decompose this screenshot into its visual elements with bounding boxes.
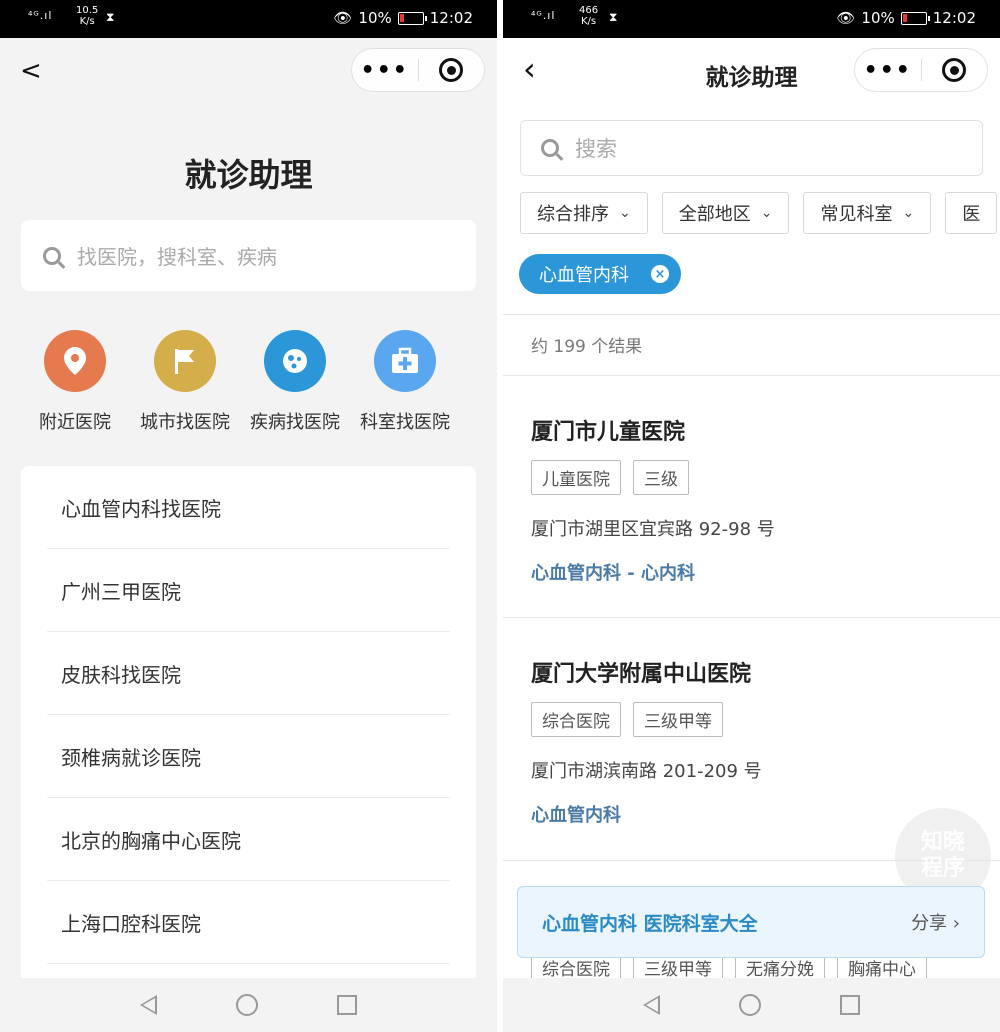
- medical-kit-icon: [374, 330, 436, 392]
- system-nav-bar: [0, 978, 497, 1032]
- category-city[interactable]: 城市找医院: [130, 330, 240, 434]
- list-item[interactable]: 皮肤科找医院: [47, 632, 450, 715]
- list-item[interactable]: 广州三甲医院: [47, 549, 450, 632]
- chevron-down-icon: ⌄: [619, 205, 631, 221]
- filter-hospital[interactable]: 医: [945, 192, 998, 234]
- divider: [503, 617, 1000, 618]
- share-button[interactable]: 分享 ›: [911, 909, 960, 935]
- filter-bar: 综合排序 ⌄ 全部地区 ⌄ 常见科室 ⌄ 医: [520, 192, 998, 234]
- list-item[interactable]: 北京的胸痛中心医院: [47, 798, 450, 881]
- target-icon: [942, 58, 967, 82]
- active-filter-chip[interactable]: 心血管内科 ×: [519, 254, 681, 294]
- eye-icon: 👁: [333, 9, 353, 27]
- chevron-right-icon: ›: [952, 913, 960, 934]
- hospital-address: 厦门市湖滨南路 201-209 号: [531, 761, 762, 782]
- nav-home-icon[interactable]: [235, 994, 258, 1016]
- location-pin-icon: [44, 330, 106, 392]
- result-count: 约 199 个结果: [531, 337, 643, 357]
- nav-back-icon[interactable]: [139, 995, 157, 1015]
- search-icon: [43, 246, 61, 265]
- hospital-name: 厦门大学附属中山医院: [531, 662, 752, 687]
- battery-icon: [397, 11, 427, 25]
- hospital-tag: 三级甲等: [633, 702, 723, 737]
- battery-percent: 10%: [358, 9, 392, 27]
- more-icon[interactable]: •••: [855, 58, 921, 83]
- back-icon[interactable]: <: [20, 56, 42, 86]
- category-nearby[interactable]: 附近医院: [20, 330, 130, 434]
- page-title: 就诊助理: [184, 156, 313, 194]
- mini-program-capsule: •••: [351, 48, 485, 92]
- clock: 12:02: [429, 9, 473, 27]
- filter-department[interactable]: 常见科室 ⌄: [803, 192, 932, 234]
- status-bar: ⁴ᴳ.ıl 10.5 K/s ⧗ 👁 10% 12:02: [0, 0, 497, 38]
- filter-sort[interactable]: 综合排序 ⌄: [520, 192, 648, 234]
- category-shortcuts: 附近医院 城市找医院 疾病找医院 科室找医院: [20, 330, 497, 434]
- nav-back-icon[interactable]: [642, 995, 660, 1015]
- close-icon[interactable]: ×: [651, 265, 669, 283]
- chevron-down-icon: ⌄: [760, 205, 773, 221]
- flag-icon: [154, 330, 216, 392]
- signal-icon: ⁴ᴳ.ıl: [531, 9, 556, 22]
- eye-icon: 👁: [836, 9, 856, 27]
- list-item[interactable]: 颈椎病就诊医院: [47, 715, 450, 798]
- nav-bar: < •••: [0, 38, 497, 104]
- nav-recents-icon[interactable]: [840, 995, 861, 1015]
- mini-program-capsule: •••: [854, 48, 988, 92]
- close-program-button[interactable]: [419, 58, 485, 82]
- hospital-tag: 综合医院: [531, 702, 621, 737]
- hospital-name: 厦门市儿童医院: [531, 420, 686, 445]
- nav-home-icon[interactable]: [738, 994, 761, 1016]
- divider: [503, 314, 1000, 315]
- hospital-card[interactable]: 厦门大学附属中山医院 综合医院 三级甲等 厦门市湖滨南路 201-209 号 心…: [531, 656, 980, 827]
- category-department[interactable]: 科室找医院: [350, 330, 460, 434]
- hospital-department: 心血管内科 - 心内科: [531, 563, 696, 584]
- virus-icon: [264, 330, 326, 392]
- chevron-down-icon: ⌄: [902, 205, 915, 221]
- close-program-button[interactable]: [922, 58, 988, 82]
- battery-icon: [900, 11, 930, 25]
- category-disease[interactable]: 疾病找医院: [240, 330, 350, 434]
- search-input[interactable]: 搜索: [520, 120, 983, 176]
- hourglass-icon: ⧗: [609, 10, 618, 24]
- divider: [503, 375, 1000, 376]
- search-icon: [541, 139, 559, 157]
- list-item[interactable]: 上海口腔科医院: [47, 881, 450, 964]
- search-placeholder: 找医院，搜科室、疾病: [77, 245, 277, 269]
- hospital-tag: 三级: [633, 460, 689, 495]
- hospital-card[interactable]: 厦门市儿童医院 儿童医院 三级 厦门市湖里区宜宾路 92-98 号 心血管内科 …: [531, 414, 980, 585]
- list-item[interactable]: 心血管内科找医院: [47, 466, 450, 549]
- suggestion-list: 心血管内科找医院 广州三甲医院 皮肤科找医院 颈椎病就诊医院 北京的胸痛中心医院…: [21, 466, 476, 1006]
- more-icon[interactable]: •••: [352, 58, 418, 83]
- clock: 12:02: [932, 9, 976, 27]
- nav-recents-icon[interactable]: [337, 995, 358, 1015]
- network-speed: 466 K/s: [579, 5, 599, 27]
- hospital-tag: 儿童医院: [531, 460, 621, 495]
- search-placeholder: 搜索: [575, 137, 617, 161]
- nav-bar: ‹ 就诊助理 •••: [503, 38, 1000, 104]
- filter-region[interactable]: 全部地区 ⌄: [661, 192, 790, 234]
- status-bar: ⁴ᴳ.ıl 466 K/s ⧗ 👁 10% 12:02: [503, 0, 1000, 38]
- target-icon: [439, 58, 464, 82]
- network-speed: 10.5 K/s: [76, 5, 99, 27]
- share-banner[interactable]: 心血管内科 医院科室大全 分享 ›: [517, 886, 985, 958]
- banner-text: 心血管内科 医院科室大全: [542, 912, 758, 935]
- hospital-address: 厦门市湖里区宜宾路 92-98 号: [531, 519, 775, 540]
- search-input[interactable]: 找医院，搜科室、疾病: [21, 220, 476, 291]
- hourglass-icon: ⧗: [106, 10, 115, 24]
- signal-icon: ⁴ᴳ.ıl: [28, 9, 53, 22]
- right-screen: ⁴ᴳ.ıl 466 K/s ⧗ 👁 10% 12:02 ‹ 就诊助理 ••• 搜索…: [503, 0, 1000, 1032]
- battery-percent: 10%: [861, 9, 895, 27]
- left-screen: ⁴ᴳ.ıl 10.5 K/s ⧗ 👁 10% 12:02 < ••• 就诊助理 找…: [0, 0, 497, 1032]
- system-nav-bar: [503, 978, 1000, 1032]
